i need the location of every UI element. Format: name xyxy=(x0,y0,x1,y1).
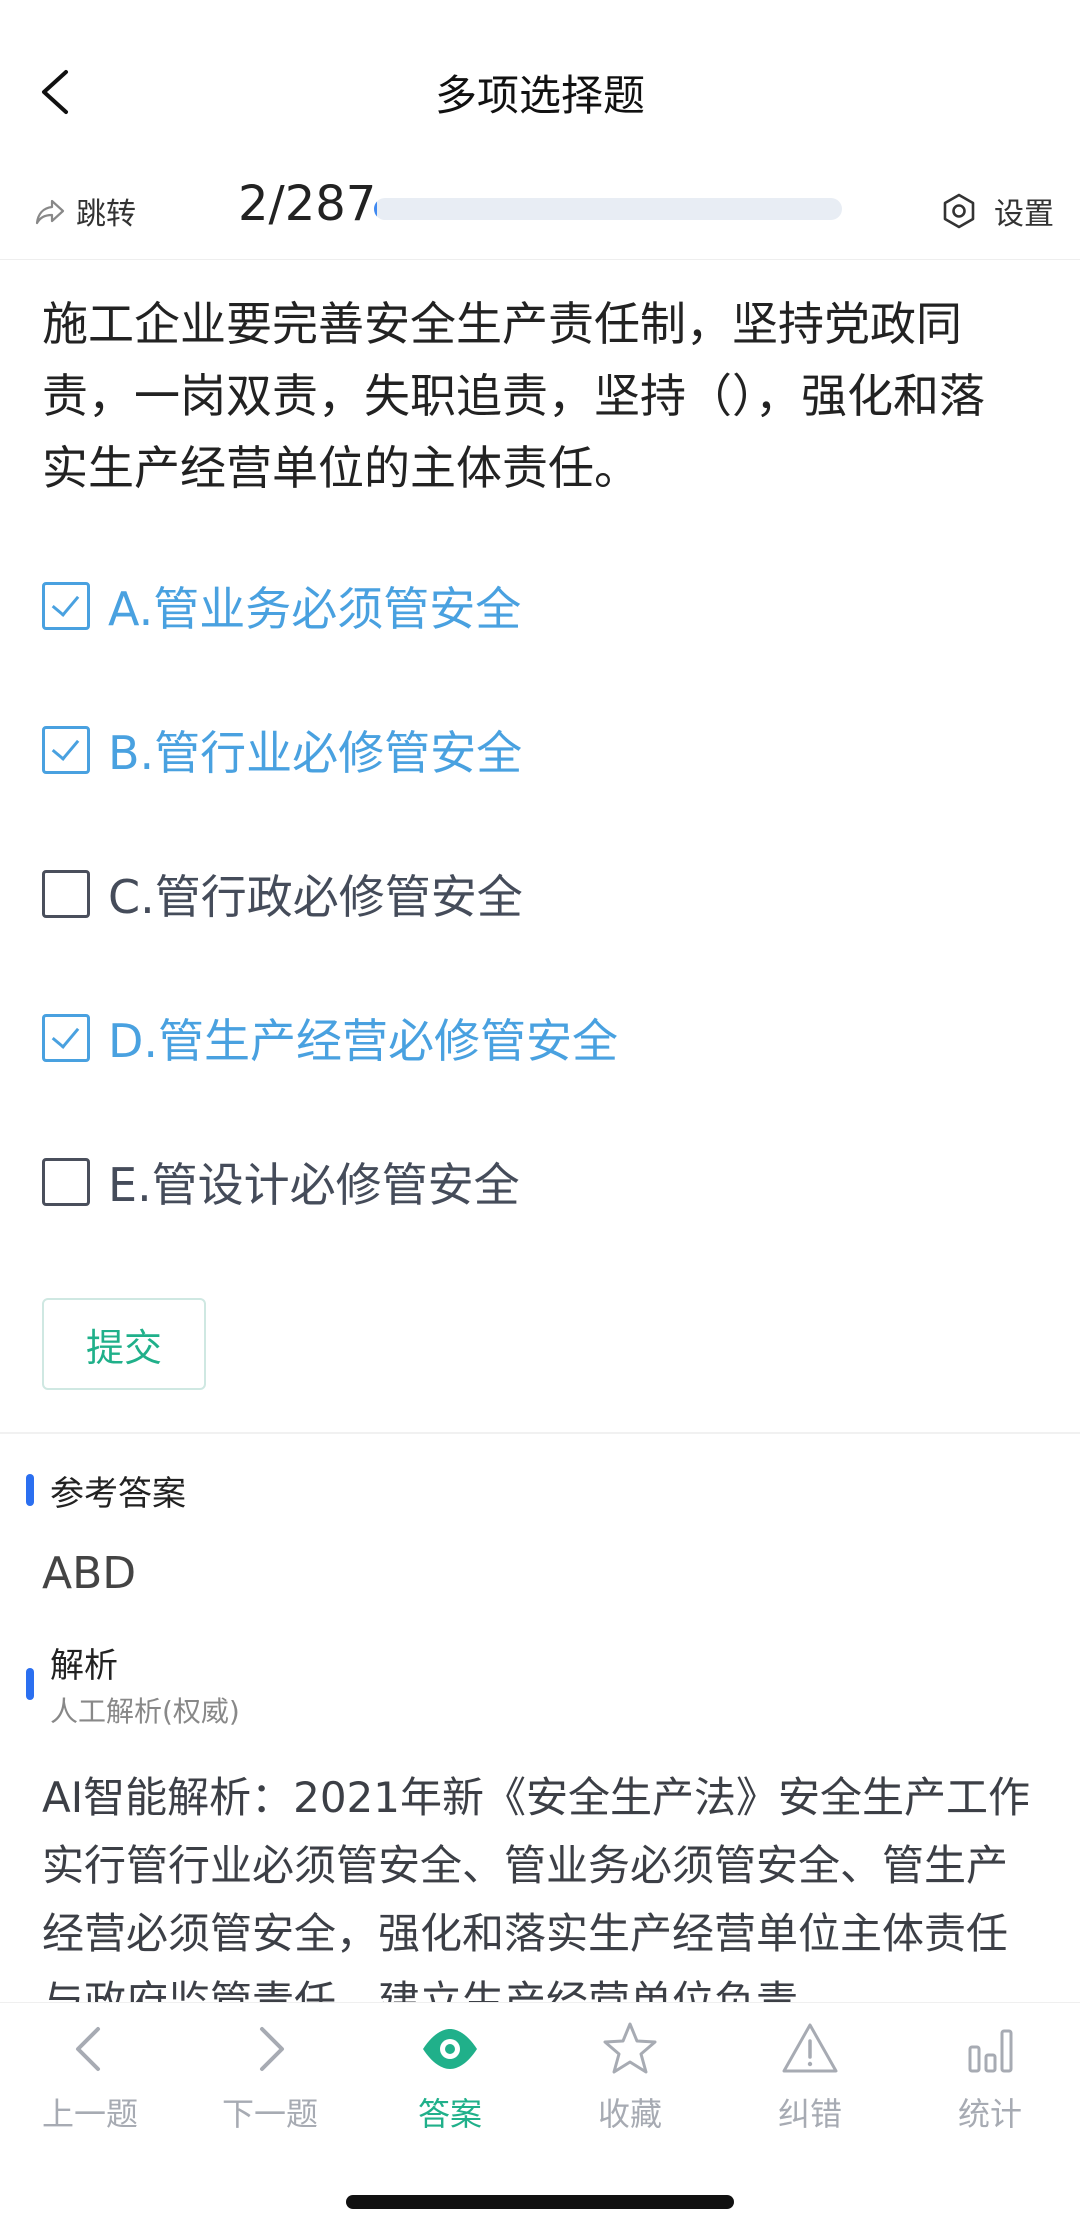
submit-button[interactable]: 提交 xyxy=(42,1298,206,1390)
tab-statistics[interactable]: 统计 xyxy=(900,2019,1080,2139)
option-c[interactable]: C.管行政必修管安全 xyxy=(42,854,523,934)
settings-label: 设置 xyxy=(994,197,1054,232)
nav-bar: 多项选择题 xyxy=(0,0,1080,180)
option-checkbox[interactable] xyxy=(42,726,90,774)
question-text: 施工企业要完善安全生产责任制，坚持党政同责，一岗双责，失职追责，坚持（），强化和… xyxy=(42,297,985,495)
jump-button[interactable]: 跳转 xyxy=(34,186,136,236)
option-e[interactable]: E.管设计必修管安全 xyxy=(42,1142,520,1222)
option-b[interactable]: B.管行业必修管安全 xyxy=(42,710,522,790)
answer-section-title: 参考答案 xyxy=(50,1474,186,1514)
section-marker xyxy=(26,1474,34,1506)
analysis-section-title: 解析 xyxy=(50,1646,118,1686)
tab-answer[interactable]: 答案 xyxy=(360,2019,540,2139)
home-indicator xyxy=(346,2195,734,2209)
tab-next[interactable]: 下一题 xyxy=(180,2019,360,2139)
option-checkbox[interactable] xyxy=(42,870,90,918)
divider xyxy=(0,1432,1080,1434)
option-label: C.管行政必修管安全 xyxy=(108,870,523,924)
share-arrow-icon xyxy=(35,199,65,225)
gear-icon xyxy=(943,193,975,229)
chevron-right-icon xyxy=(260,2027,284,2071)
option-a[interactable]: A.管业务必须管安全 xyxy=(42,566,521,646)
answer-value: ABD xyxy=(42,1548,137,1599)
tab-label: 统计 xyxy=(957,2095,1022,2133)
tab-report-error[interactable]: 纠错 xyxy=(720,2019,900,2139)
page-title: 多项选择题 xyxy=(434,71,645,120)
star-icon xyxy=(603,2022,657,2074)
option-checkbox[interactable] xyxy=(42,1158,90,1206)
tab-label: 答案 xyxy=(417,2095,482,2133)
bar-chart-icon xyxy=(968,2029,1013,2073)
option-label: A.管业务必须管安全 xyxy=(108,582,522,636)
tab-label: 收藏 xyxy=(597,2095,662,2133)
jump-label: 跳转 xyxy=(76,197,136,232)
analysis-subtitle: 人工解析(权威) xyxy=(50,1695,240,1728)
tab-label: 纠错 xyxy=(777,2095,842,2133)
section-marker xyxy=(26,1668,34,1700)
warning-icon xyxy=(782,2023,838,2073)
eye-icon xyxy=(423,2029,477,2069)
analysis-text: AI智能解析：2021年新《安全生产法》安全生产工作实行管行业必须管安全、管业务… xyxy=(42,1773,1031,2004)
option-checkbox[interactable] xyxy=(42,582,90,630)
chevron-left-icon xyxy=(76,2027,100,2071)
tab-favorite[interactable]: 收藏 xyxy=(540,2019,720,2139)
tab-label: 上一题 xyxy=(41,2095,138,2133)
option-label: B.管行业必修管安全 xyxy=(108,726,523,780)
tab-previous[interactable]: 上一题 xyxy=(0,2019,180,2139)
question-toolbar: 跳转 2/287 设置 xyxy=(0,172,1080,260)
option-label: E.管设计必修管安全 xyxy=(108,1158,520,1212)
tab-label: 下一题 xyxy=(221,2095,318,2133)
page: 多项选择题 跳转 2/287 设置 施工企业要完善安全生产责任制，坚持党政同责，… xyxy=(0,0,1080,2231)
progress-bar xyxy=(374,198,842,220)
settings-button[interactable]: 设置 xyxy=(940,186,1054,236)
option-checkbox[interactable] xyxy=(42,1014,90,1062)
option-label: D.管生产经营必修管安全 xyxy=(108,1014,619,1068)
option-d[interactable]: D.管生产经营必修管安全 xyxy=(42,998,618,1078)
progress-counter: 2/287 xyxy=(238,176,377,232)
